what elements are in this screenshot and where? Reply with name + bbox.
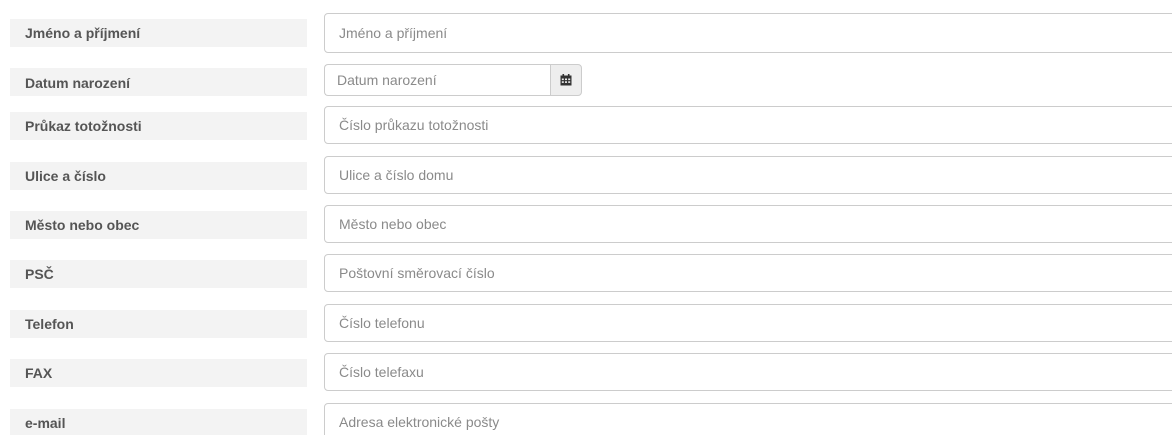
email-input[interactable] xyxy=(324,403,1172,435)
id-card-label: Průkaz totožnosti xyxy=(10,106,307,146)
name-input[interactable] xyxy=(324,13,1172,53)
form-row-email: e-mail xyxy=(0,403,1172,435)
form-row-name: Jméno a příjmení xyxy=(0,13,1172,53)
fax-label: FAX xyxy=(10,353,307,393)
form-row-fax: FAX xyxy=(0,353,1172,393)
personal-info-form: Jméno a příjmení Datum narození xyxy=(0,0,1172,435)
form-row-birthdate: Datum narození xyxy=(0,64,1172,104)
form-row-zip: PSČ xyxy=(0,254,1172,294)
form-row-city: Město nebo obec xyxy=(0,205,1172,245)
street-input[interactable] xyxy=(324,156,1172,194)
phone-input[interactable] xyxy=(324,304,1172,342)
form-row-phone: Telefon xyxy=(0,304,1172,344)
birthdate-input[interactable] xyxy=(324,64,550,96)
fax-input[interactable] xyxy=(324,353,1172,391)
city-input[interactable] xyxy=(324,205,1172,243)
street-label: Ulice a číslo xyxy=(10,156,307,196)
form-row-street: Ulice a číslo xyxy=(0,156,1172,196)
calendar-icon xyxy=(560,74,572,86)
birthdate-label: Datum narození xyxy=(10,64,307,96)
name-label: Jméno a příjmení xyxy=(10,13,307,53)
email-label: e-mail xyxy=(10,403,307,435)
form-row-id: Průkaz totožnosti xyxy=(0,106,1172,146)
zip-label: PSČ xyxy=(10,254,307,294)
phone-label: Telefon xyxy=(10,304,307,344)
zip-input[interactable] xyxy=(324,254,1172,292)
id-card-input[interactable] xyxy=(324,106,1172,144)
city-label: Město nebo obec xyxy=(10,205,307,245)
birthdate-picker xyxy=(324,64,582,96)
calendar-button[interactable] xyxy=(550,64,582,96)
